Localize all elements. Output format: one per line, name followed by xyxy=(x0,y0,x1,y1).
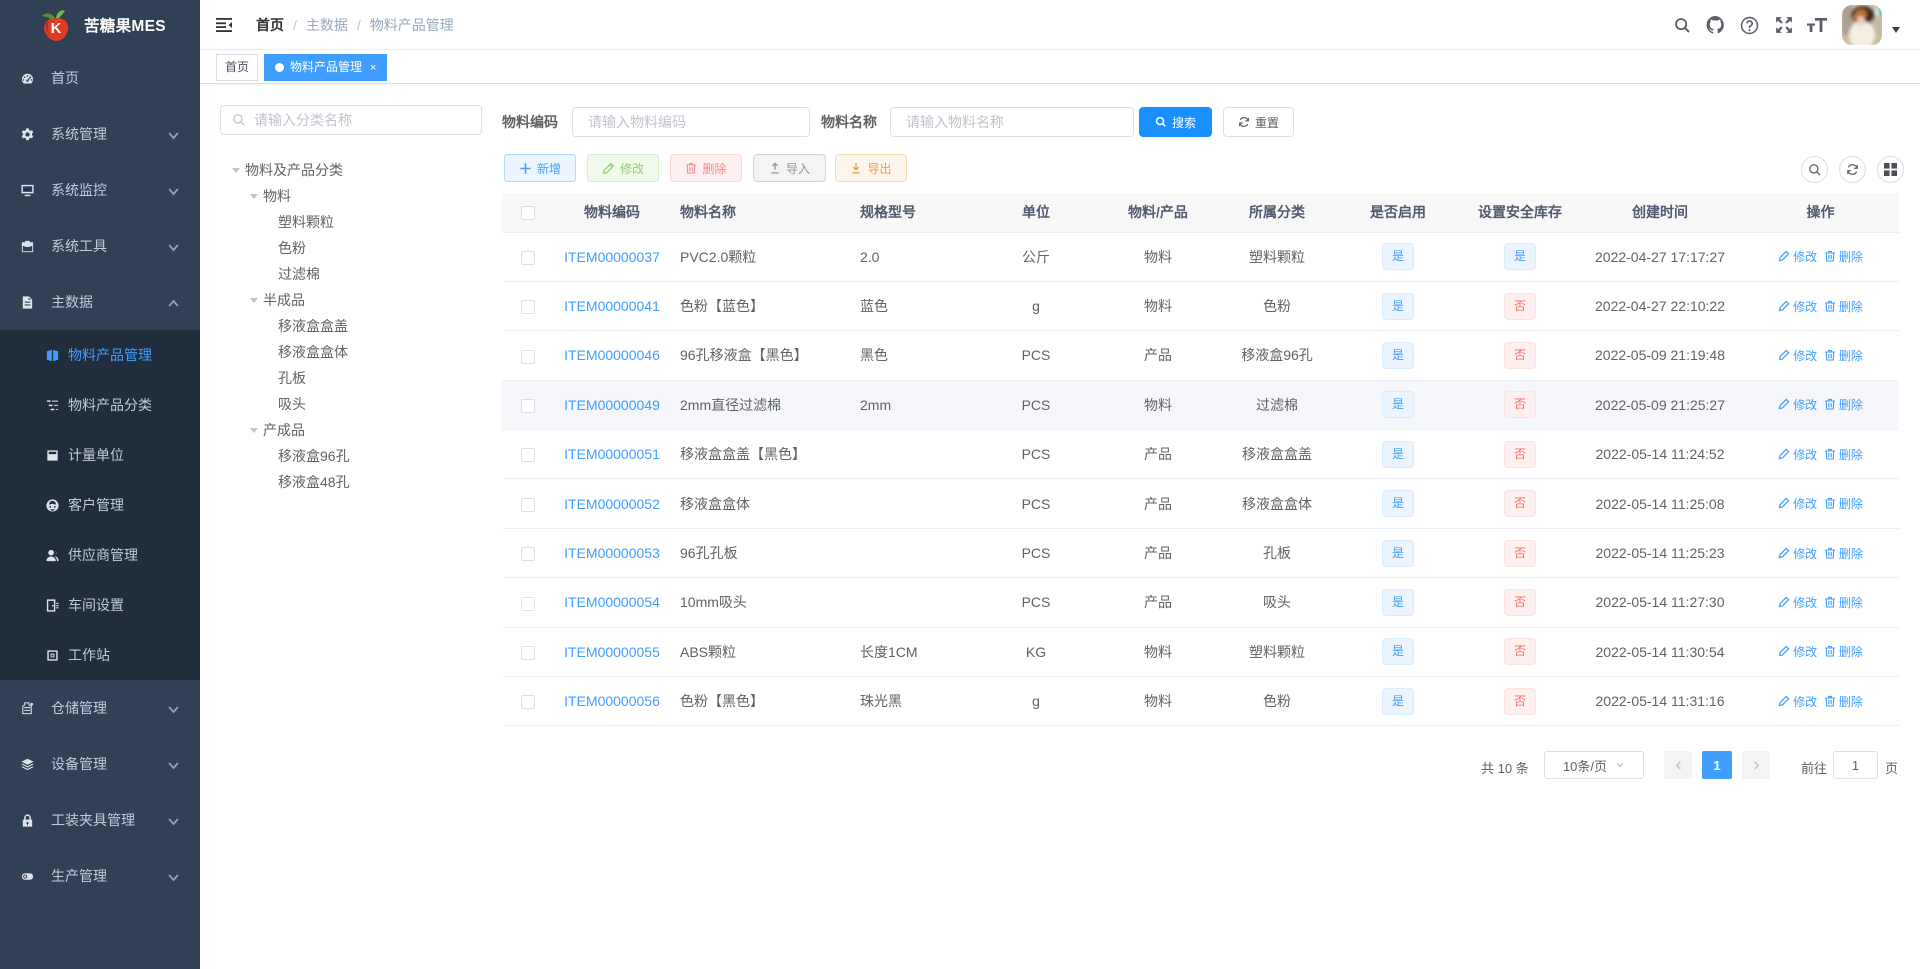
svg-text:K: K xyxy=(51,20,62,37)
